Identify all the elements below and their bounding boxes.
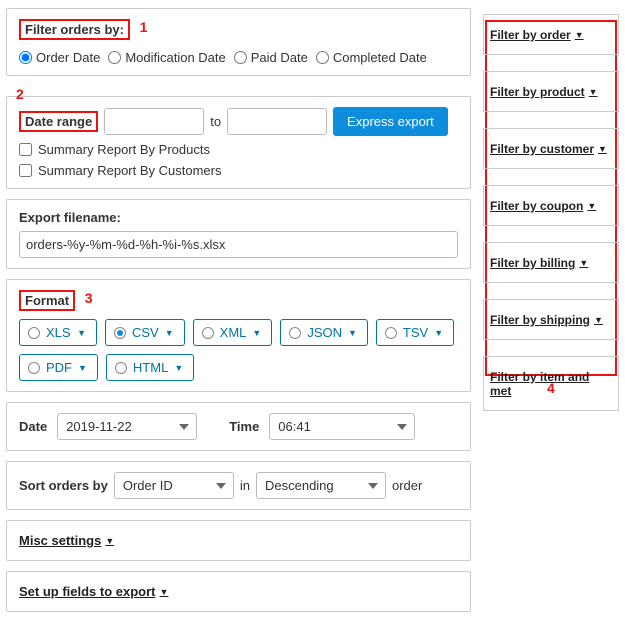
radio-paid-date[interactable]: Paid Date	[234, 50, 308, 65]
format-xls-button[interactable]: XLS▼	[19, 319, 97, 346]
filter-by-shipping[interactable]: Filter by shipping▼	[490, 313, 603, 327]
annotation-number-2: 2	[16, 86, 24, 102]
chevron-down-icon: ▼	[589, 87, 598, 97]
format-xml-button[interactable]: XML▼	[193, 319, 273, 346]
date-range-label: Date range	[25, 114, 92, 129]
summary-products-label: Summary Report By Products	[38, 142, 210, 157]
annotation-number-1: 1	[140, 19, 148, 35]
sort-by-select[interactable]: Order ID	[114, 472, 234, 499]
format-panel: Format 3 XLS▼ CSV▼ XML▼ JSON▼ TSV▼ PDF▼ …	[6, 279, 471, 392]
datetime-panel: Date 2019-11-22 Time 06:41	[6, 402, 471, 451]
setup-fields-toggle[interactable]: Set up fields to export ▼	[19, 584, 168, 599]
chevron-down-icon: ▼	[78, 363, 87, 373]
filter-by-item-meta[interactable]: Filter by item and met	[490, 370, 612, 398]
chevron-down-icon: ▼	[594, 315, 603, 325]
summary-customers-label: Summary Report By Customers	[38, 163, 222, 178]
time-label: Time	[229, 419, 259, 434]
filter-by-coupon[interactable]: Filter by coupon▼	[490, 199, 596, 213]
chevron-down-icon: ▼	[165, 328, 174, 338]
chevron-down-icon: ▼	[348, 328, 357, 338]
misc-settings-toggle[interactable]: Misc settings ▼	[19, 533, 114, 548]
filter-orders-panel: Filter orders by: 1 Order Date Modificat…	[6, 8, 471, 76]
summary-products-checkbox[interactable]	[19, 143, 32, 156]
time-select[interactable]: 06:41	[269, 413, 415, 440]
annotation-box-2: Date range	[19, 111, 98, 132]
format-html-button[interactable]: HTML▼	[106, 354, 194, 381]
date-label: Date	[19, 419, 47, 434]
sort-label: Sort orders by	[19, 478, 108, 493]
annotation-box-1: Filter orders by:	[19, 19, 130, 40]
chevron-down-icon: ▼	[598, 144, 607, 154]
date-select[interactable]: 2019-11-22	[57, 413, 197, 440]
chevron-down-icon: ▼	[252, 328, 261, 338]
filter-by-order[interactable]: Filter by order▼	[490, 28, 584, 42]
radio-modification-date-label: Modification Date	[125, 50, 225, 65]
radio-completed-date-label: Completed Date	[333, 50, 427, 65]
chevron-down-icon: ▼	[174, 363, 183, 373]
chevron-down-icon: ▼	[434, 328, 443, 338]
filename-label: Export filename:	[19, 210, 121, 225]
annotation-number-3: 3	[85, 290, 93, 306]
radio-completed-date[interactable]: Completed Date	[316, 50, 427, 65]
filter-by-billing[interactable]: Filter by billing▼	[490, 256, 588, 270]
chevron-down-icon: ▼	[160, 587, 169, 597]
format-tsv-button[interactable]: TSV▼	[376, 319, 454, 346]
radio-order-date-input[interactable]	[19, 51, 32, 64]
filename-input[interactable]	[19, 231, 458, 258]
chevron-down-icon: ▼	[105, 536, 114, 546]
annotation-box-3: Format	[19, 290, 75, 311]
express-export-button[interactable]: Express export	[333, 107, 448, 136]
format-json-button[interactable]: JSON▼	[280, 319, 368, 346]
radio-paid-date-label: Paid Date	[251, 50, 308, 65]
filter-by-customer[interactable]: Filter by customer▼	[490, 142, 607, 156]
filter-by-product[interactable]: Filter by product▼	[490, 85, 598, 99]
filename-panel: Export filename:	[6, 199, 471, 269]
radio-paid-date-input[interactable]	[234, 51, 247, 64]
sort-in-label: in	[240, 478, 250, 493]
misc-settings-panel: Misc settings ▼	[6, 520, 471, 561]
radio-modification-date-input[interactable]	[108, 51, 121, 64]
chevron-down-icon: ▼	[77, 328, 86, 338]
date-range-to-input[interactable]	[227, 108, 327, 135]
sort-panel: Sort orders by Order ID in Descending or…	[6, 461, 471, 510]
date-range-from-input[interactable]	[104, 108, 204, 135]
sort-suffix-label: order	[392, 478, 422, 493]
radio-order-date[interactable]: Order Date	[19, 50, 100, 65]
chevron-down-icon: ▼	[575, 30, 584, 40]
radio-modification-date[interactable]: Modification Date	[108, 50, 225, 65]
filter-orders-heading: Filter orders by:	[25, 22, 124, 37]
radio-order-date-label: Order Date	[36, 50, 100, 65]
setup-fields-panel: Set up fields to export ▼	[6, 571, 471, 612]
chevron-down-icon: ▼	[587, 201, 596, 211]
format-heading: Format	[25, 293, 69, 308]
radio-completed-date-input[interactable]	[316, 51, 329, 64]
summary-customers-checkbox[interactable]	[19, 164, 32, 177]
format-csv-button[interactable]: CSV▼	[105, 319, 185, 346]
date-range-to-label: to	[210, 114, 221, 129]
chevron-down-icon: ▼	[579, 258, 588, 268]
sidebar: 4 Filter by order▼ Filter by product▼ Fi…	[483, 8, 619, 622]
date-range-panel: Date range to Express export Summary Rep…	[6, 96, 471, 189]
sort-direction-select[interactable]: Descending	[256, 472, 386, 499]
format-pdf-button[interactable]: PDF▼	[19, 354, 98, 381]
